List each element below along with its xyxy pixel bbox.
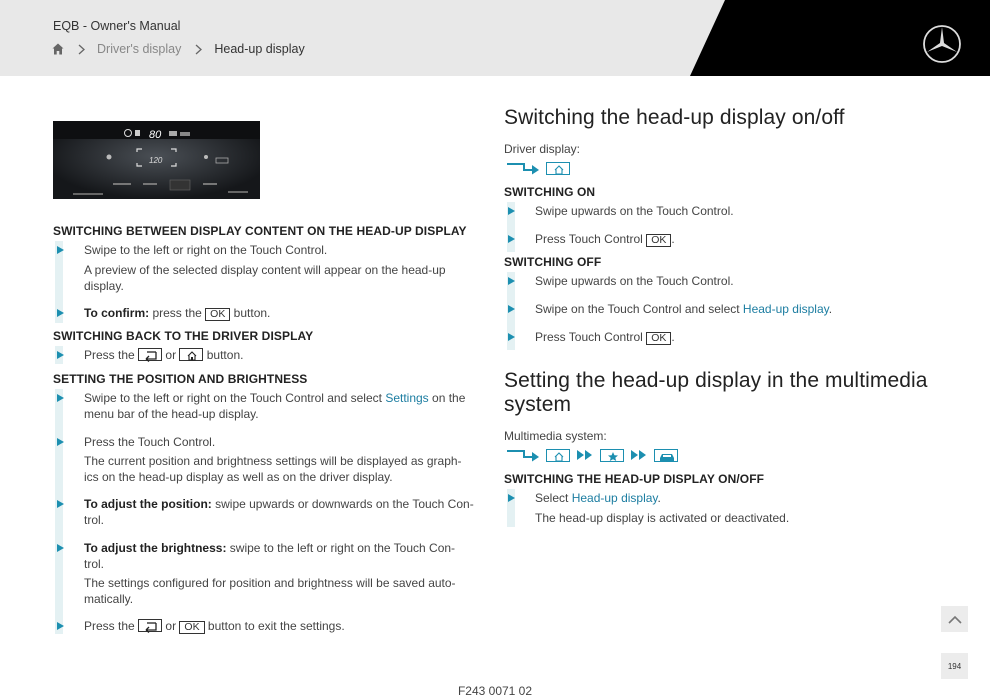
breadcrumb: Driver's display Head-up display bbox=[52, 42, 305, 56]
figure-code: F243 0071 02 bbox=[457, 684, 533, 698]
back-key-icon bbox=[138, 348, 163, 362]
section-heading-back-to-driver-display: SWITCHING BACK TO THE DRIVER DISPLAY bbox=[53, 329, 314, 343]
instruction-step: Press the Touch Control. bbox=[84, 435, 216, 449]
ok-key: OK bbox=[646, 332, 672, 345]
instruction-step: To adjust the position: swipe upwards or… bbox=[84, 496, 474, 528]
instruction-step: Select Head-up display. bbox=[535, 490, 935, 506]
home-key-icon bbox=[179, 348, 204, 361]
multimedia-system-label: Multimedia system: bbox=[504, 429, 607, 443]
home-icon[interactable] bbox=[52, 43, 64, 55]
step-arrow-icon bbox=[57, 394, 64, 402]
head-up-display-image: 80 120 bbox=[53, 121, 260, 199]
instruction-text: button to exit the settings. bbox=[207, 619, 345, 633]
instruction-text: button. bbox=[233, 306, 271, 320]
ok-key: OK bbox=[205, 308, 231, 321]
menu-path-arrow-icon bbox=[507, 450, 539, 462]
home-menu-icon bbox=[546, 448, 570, 462]
instruction-bold: To adjust the position: bbox=[84, 497, 212, 511]
hud-set-speed: 120 bbox=[149, 156, 163, 165]
double-chevron-icon bbox=[631, 450, 646, 460]
step-arrow-icon bbox=[57, 438, 64, 446]
instruction-result: A preview of the selected display conten… bbox=[84, 263, 446, 293]
step-arrow-icon bbox=[508, 207, 515, 215]
instruction-step: Swipe to the left or right on the Touch … bbox=[84, 243, 328, 257]
instruction-step: To confirm: press the OK button. bbox=[84, 305, 464, 321]
head-up-display-link[interactable]: Head-up display bbox=[743, 302, 829, 316]
instruction-text: . bbox=[657, 491, 661, 505]
instruction-text: or bbox=[165, 348, 177, 362]
step-arrow-icon bbox=[508, 494, 515, 502]
instruction-step: Swipe on the Touch Control and select He… bbox=[535, 301, 935, 317]
section-title-multimedia-setting: Setting the head-up display in the multi… bbox=[504, 369, 928, 416]
instruction-step: Press the or OK button to exit the setti… bbox=[84, 618, 464, 634]
section-heading-multimedia-on-off: SWITCHING THE HEAD-UP DISPLAY ON/OFF bbox=[504, 472, 765, 486]
step-arrow-icon bbox=[57, 500, 64, 508]
hud-speed: 80 bbox=[149, 129, 162, 141]
double-chevron-icon bbox=[577, 450, 592, 460]
instruction-text: . bbox=[671, 330, 675, 344]
instruction-step: Swipe upwards on the Touch Control. bbox=[535, 274, 734, 288]
chevron-right-icon bbox=[78, 44, 85, 55]
multimedia-path bbox=[506, 448, 678, 462]
step-arrow-icon bbox=[508, 235, 515, 243]
instruction-result: The head-up display is activated or deac… bbox=[535, 511, 790, 525]
instruction-step: Press the or button. bbox=[84, 347, 464, 363]
driver-display-label: Driver display: bbox=[504, 142, 581, 156]
section-heading-position-brightness: SETTING THE POSITION AND BRIGHTNESS bbox=[53, 372, 308, 386]
instruction-text: Swipe on the Touch Control and select bbox=[535, 302, 740, 316]
step-arrow-icon bbox=[57, 544, 64, 552]
ok-key: OK bbox=[646, 234, 672, 247]
step-arrow-icon bbox=[508, 277, 515, 285]
step-arrow-icon bbox=[57, 351, 64, 359]
scroll-to-top-button[interactable] bbox=[941, 606, 968, 632]
step-arrow-icon bbox=[57, 246, 64, 254]
ok-key: OK bbox=[179, 621, 205, 634]
instruction-text: Press Touch Control bbox=[535, 330, 643, 344]
instruction-text: press the bbox=[152, 306, 202, 320]
chevron-right-icon bbox=[195, 44, 203, 55]
instruction-step: Press Touch Control OK. bbox=[535, 231, 935, 247]
star-menu-icon bbox=[600, 448, 624, 462]
instruction-step: Press Touch Control OK. bbox=[535, 329, 935, 345]
section-heading-switching-content: SWITCHING BETWEEN DISPLAY CONTENT ON THE… bbox=[53, 224, 467, 238]
back-key-icon bbox=[138, 619, 163, 633]
instruction-step: Swipe upwards on the Touch Control. bbox=[535, 204, 734, 218]
instruction-text: . bbox=[671, 232, 675, 246]
instruction-text: button. bbox=[206, 348, 244, 362]
section-heading-switching-on: SWITCHING ON bbox=[504, 185, 596, 199]
chevron-up-icon bbox=[947, 615, 962, 624]
instruction-step: To adjust the brightness: swipe to the l… bbox=[84, 540, 464, 572]
instruction-text: Select bbox=[535, 491, 569, 505]
mercedes-star-logo-icon bbox=[923, 25, 961, 63]
instruction-result: The current position and brightness sett… bbox=[84, 454, 462, 484]
instruction-text: or bbox=[165, 619, 177, 633]
instruction-text: Press the bbox=[84, 619, 135, 633]
menu-path-arrow-icon bbox=[507, 163, 539, 175]
step-arrow-icon bbox=[508, 305, 515, 313]
instruction-text: Press Touch Control bbox=[535, 232, 643, 246]
instruction-text: . bbox=[828, 302, 833, 316]
manual-title: EQB - Owner's Manual bbox=[53, 19, 181, 33]
page-number-badge: 194 bbox=[941, 653, 968, 679]
instruction-text: Press the bbox=[84, 348, 135, 362]
step-arrow-icon bbox=[57, 622, 64, 630]
step-arrow-icon bbox=[57, 309, 64, 317]
section-title-switching-on-off: Switching the head-up display on/off bbox=[504, 106, 845, 129]
step-arrow-icon bbox=[508, 333, 515, 341]
driver-display-path bbox=[506, 161, 570, 175]
instruction-bold: To adjust the brightness: bbox=[84, 541, 227, 555]
page-header: EQB - Owner's Manual Driver's display He… bbox=[0, 0, 990, 76]
instruction-result: The settings configured for position and… bbox=[84, 576, 456, 606]
section-heading-switching-off: SWITCHING OFF bbox=[504, 255, 602, 269]
breadcrumb-drivers-display[interactable]: Driver's display bbox=[97, 42, 181, 56]
settings-link[interactable]: Settings bbox=[385, 391, 428, 405]
home-menu-icon bbox=[546, 161, 570, 175]
head-up-display-link[interactable]: Head-up display bbox=[572, 491, 658, 505]
vehicle-menu-icon bbox=[654, 448, 678, 462]
instruction-text: Swipe to the left or right on the Touch … bbox=[84, 391, 382, 405]
breadcrumb-head-up-display: Head-up display bbox=[214, 42, 305, 56]
instruction-step: Swipe to the left or right on the Touch … bbox=[84, 390, 469, 422]
instruction-bold: To confirm: bbox=[84, 306, 150, 320]
